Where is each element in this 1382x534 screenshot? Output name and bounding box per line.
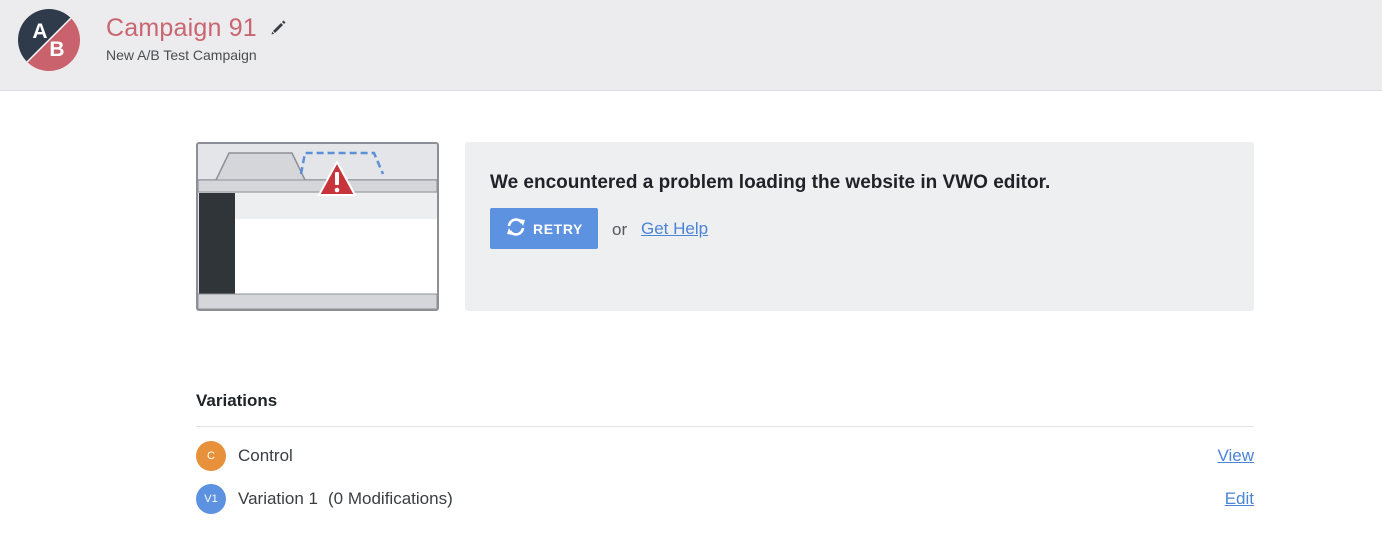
variations-divider bbox=[196, 426, 1254, 427]
editor-error-panel: We encountered a problem loading the web… bbox=[465, 142, 1254, 311]
variation-name-text: Control bbox=[238, 446, 293, 465]
variation-badge: C bbox=[196, 441, 226, 471]
get-help-link[interactable]: Get Help bbox=[641, 219, 708, 239]
variation-row-control: C Control View bbox=[196, 441, 1254, 471]
or-text: or bbox=[612, 220, 628, 239]
campaign-title: Campaign 91 bbox=[106, 13, 257, 42]
retry-label: RETRY bbox=[533, 220, 583, 237]
variation-badge: V1 bbox=[196, 484, 226, 514]
modifications-count: (0 Modifications) bbox=[328, 489, 453, 508]
campaign-header: A B Campaign 91 New A/B Test Campaign bbox=[0, 0, 1382, 91]
retry-button[interactable]: RETRY bbox=[490, 208, 598, 249]
variation-name: Control bbox=[238, 446, 293, 466]
variation-name-text: Variation 1 bbox=[238, 489, 319, 508]
avatar-letter-a: A bbox=[32, 20, 47, 43]
broken-website-illustration bbox=[196, 142, 439, 311]
refresh-icon bbox=[505, 216, 533, 241]
error-message: We encountered a problem loading the web… bbox=[490, 172, 1051, 193]
avatar-letter-b: B bbox=[49, 38, 64, 61]
pencil-icon[interactable] bbox=[269, 19, 287, 37]
campaign-subtitle: New A/B Test Campaign bbox=[106, 47, 257, 63]
variations-heading: Variations bbox=[196, 391, 278, 410]
edit-variation-link[interactable]: Edit bbox=[1225, 489, 1254, 509]
variation-name: Variation 1 (0 Modifications) bbox=[238, 489, 453, 509]
variation-row-v1: V1 Variation 1 (0 Modifications) Edit bbox=[196, 484, 1254, 514]
view-control-link[interactable]: View bbox=[1217, 446, 1254, 466]
ab-test-avatar: A B bbox=[18, 9, 80, 71]
